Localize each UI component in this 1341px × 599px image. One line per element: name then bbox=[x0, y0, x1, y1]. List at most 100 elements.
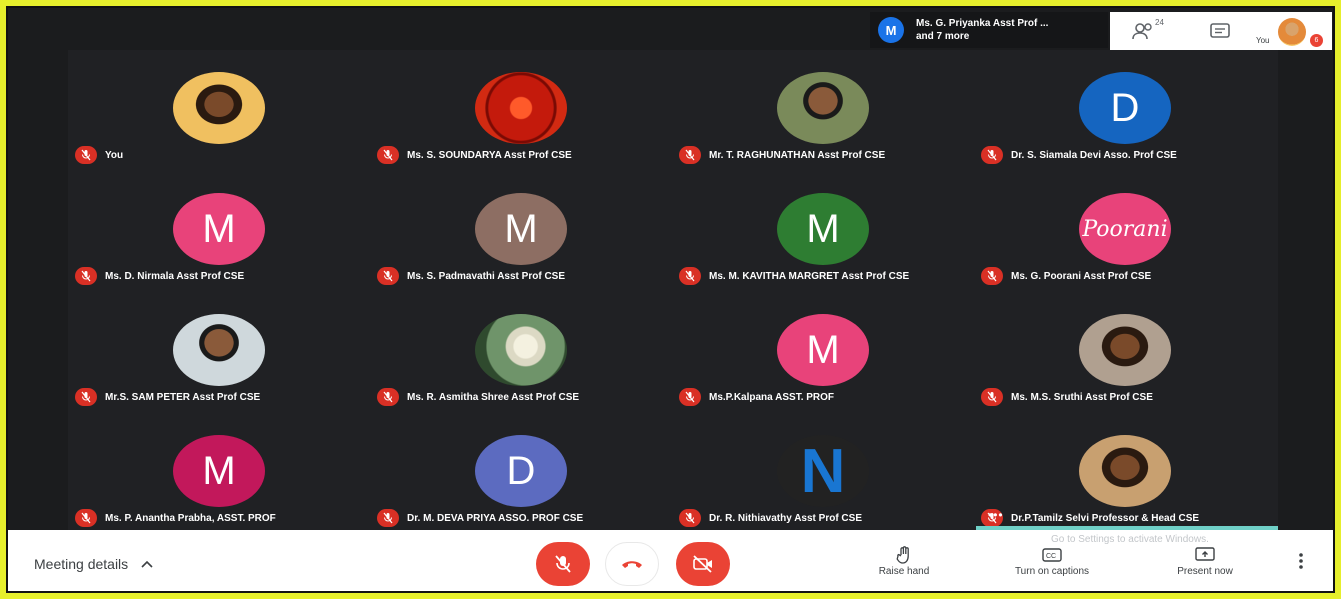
people-icon[interactable] bbox=[1132, 22, 1154, 40]
participant-tile: D Dr. S. Siamala Devi Asso. Prof CSE bbox=[974, 50, 1274, 170]
participant-tile: N Dr. R. Nithiavathy Asst Prof CSE bbox=[672, 413, 972, 533]
participant-avatar: N bbox=[777, 435, 869, 507]
participant-name: Ms. S. Padmavathi Asst Prof CSE bbox=[407, 270, 566, 282]
mic-off-button[interactable] bbox=[536, 542, 590, 586]
more-vert-icon[interactable] bbox=[1298, 552, 1304, 570]
self-label: You bbox=[1256, 36, 1270, 45]
present-now-label: Present now bbox=[1177, 566, 1233, 577]
participant-name: Mr.S. SAM PETER Asst Prof CSE bbox=[105, 391, 261, 403]
participant-name: Ms. M. KAVITHA MARGRET Asst Prof CSE bbox=[709, 270, 910, 282]
participant-footer: Dr.P.Tamilz Selvi Professor & Head CSE bbox=[981, 509, 1199, 527]
mic-off-icon bbox=[981, 146, 1003, 164]
mic-off-icon bbox=[377, 146, 399, 164]
participant-tile: You bbox=[68, 50, 368, 170]
participant-tile: M Ms. P. Anantha Prabha, ASST. PROF bbox=[68, 413, 368, 533]
notification-badge: 6 bbox=[1310, 34, 1323, 47]
camera-off-button[interactable] bbox=[676, 542, 730, 586]
self-avatar[interactable] bbox=[1278, 18, 1306, 46]
participant-avatar: D bbox=[475, 435, 567, 507]
participant-avatar bbox=[1079, 314, 1171, 386]
participant-footer: Ms. M. KAVITHA MARGRET Asst Prof CSE bbox=[679, 267, 909, 285]
participant-name: Ms. S. SOUNDARYA Asst Prof CSE bbox=[407, 149, 572, 161]
chat-icon[interactable] bbox=[1210, 23, 1230, 41]
participant-name: Ms. M.S. Sruthi Asst Prof CSE bbox=[1011, 391, 1153, 403]
mic-off-icon bbox=[377, 388, 399, 406]
participant-tile: Mr. T. RAGHUNATHAN Asst Prof CSE bbox=[672, 50, 972, 170]
mic-off-icon bbox=[679, 267, 701, 285]
mic-off-icon bbox=[377, 267, 399, 285]
participant-tile: Poorani Ms. G. Poorani Asst Prof CSE bbox=[974, 171, 1274, 291]
participant-name: Dr.P.Tamilz Selvi Professor & Head CSE bbox=[1011, 512, 1200, 524]
participant-avatar bbox=[777, 72, 869, 144]
raise-hand-button[interactable]: Raise hand bbox=[864, 544, 944, 577]
participant-tile: M Ms. D. Nirmala Asst Prof CSE bbox=[68, 171, 368, 291]
participant-name: Ms. P. Anantha Prabha, ASST. PROF bbox=[105, 512, 276, 524]
mic-off-icon bbox=[75, 388, 97, 406]
participant-footer: Dr. R. Nithiavathy Asst Prof CSE bbox=[679, 509, 862, 527]
mic-off-icon bbox=[75, 509, 97, 527]
meet-window: You Ms. S. SOUNDARYA Asst Prof CSE Mr. T. … bbox=[6, 6, 1335, 593]
participant-avatar: Poorani bbox=[1079, 193, 1171, 265]
activation-watermark: Go to Settings to activate Windows. bbox=[1051, 534, 1209, 545]
participant-footer: Mr. T. RAGHUNATHAN Asst Prof CSE bbox=[679, 146, 885, 164]
participant-avatar: M bbox=[475, 193, 567, 265]
more-options-icon[interactable]: ••• bbox=[988, 508, 1004, 522]
captions-icon: CC bbox=[1042, 548, 1062, 562]
participant-name: Ms. G. Poorani Asst Prof CSE bbox=[1011, 270, 1152, 282]
presenter-name: Ms. G. Priyanka Asst Prof ... bbox=[916, 18, 1049, 29]
participant-name: Ms. R. Asmitha Shree Asst Prof CSE bbox=[407, 391, 580, 403]
participant-footer: Ms. G. Poorani Asst Prof CSE bbox=[981, 267, 1151, 285]
presenter-avatar: M bbox=[878, 17, 904, 43]
participant-footer: Ms. S. Padmavathi Asst Prof CSE bbox=[377, 267, 565, 285]
captions-label: Turn on captions bbox=[1014, 566, 1090, 577]
present-icon bbox=[1195, 547, 1215, 561]
participant-avatar: M bbox=[173, 435, 265, 507]
participant-tile: D Dr. M. DEVA PRIYA ASSO. PROF CSE bbox=[370, 413, 670, 533]
participant-tile: M Ms. M. KAVITHA MARGRET Asst Prof CSE bbox=[672, 171, 972, 291]
raise-hand-label: Raise hand bbox=[878, 566, 930, 577]
mic-off-icon bbox=[555, 555, 571, 573]
top-right-toolbar: 24 You 6 bbox=[1110, 12, 1332, 50]
participant-avatar bbox=[173, 314, 265, 386]
meeting-details-button[interactable]: Meeting details bbox=[34, 556, 154, 572]
participant-name: Mr. T. RAGHUNATHAN Asst Prof CSE bbox=[709, 149, 886, 161]
participant-name: You bbox=[105, 149, 124, 161]
hand-icon bbox=[896, 546, 909, 564]
presenter-more: and 7 more bbox=[916, 31, 970, 42]
end-call-button[interactable] bbox=[605, 542, 659, 586]
participant-avatar: D bbox=[1079, 72, 1171, 144]
participant-name: Ms. D. Nirmala Asst Prof CSE bbox=[105, 270, 245, 282]
participant-footer: Ms. D. Nirmala Asst Prof CSE bbox=[75, 267, 244, 285]
participant-tile: Mr.S. SAM PETER Asst Prof CSE bbox=[68, 292, 368, 412]
mic-off-icon bbox=[679, 509, 701, 527]
participant-footer: Ms.P.Kalpana ASST. PROF bbox=[679, 388, 834, 406]
present-now-button[interactable]: Present now bbox=[1160, 544, 1250, 577]
mic-off-icon bbox=[679, 146, 701, 164]
participant-tile: Ms. S. SOUNDARYA Asst Prof CSE bbox=[370, 50, 670, 170]
participant-tile: M Ms.P.Kalpana ASST. PROF bbox=[672, 292, 972, 412]
camera-off-icon bbox=[693, 555, 712, 573]
participant-avatar: M bbox=[173, 193, 265, 265]
participant-footer: Ms. S. SOUNDARYA Asst Prof CSE bbox=[377, 146, 572, 164]
participant-footer: Ms. M.S. Sruthi Asst Prof CSE bbox=[981, 388, 1153, 406]
mic-off-icon bbox=[981, 388, 1003, 406]
presenting-info[interactable]: M Ms. G. Priyanka Asst Prof ... and 7 mo… bbox=[870, 12, 1108, 48]
mic-off-icon bbox=[377, 509, 399, 527]
participant-tile: Ms. M.S. Sruthi Asst Prof CSE bbox=[974, 292, 1274, 412]
participant-grid: You Ms. S. SOUNDARYA Asst Prof CSE Mr. T. … bbox=[68, 50, 1278, 530]
participant-tile: M Ms. S. Padmavathi Asst Prof CSE bbox=[370, 171, 670, 291]
participant-tile: Dr.P.Tamilz Selvi Professor & Head CSE bbox=[974, 413, 1274, 533]
participant-name: Ms.P.Kalpana ASST. PROF bbox=[709, 391, 835, 403]
participant-avatar bbox=[475, 72, 567, 144]
phone-hangup-icon bbox=[622, 561, 642, 568]
mic-off-icon bbox=[981, 267, 1003, 285]
mic-off-icon bbox=[75, 267, 97, 285]
svg-text:CC: CC bbox=[1046, 553, 1056, 560]
people-count: 24 bbox=[1155, 18, 1164, 27]
participant-name: Dr. S. Siamala Devi Asso. Prof CSE bbox=[1011, 149, 1177, 161]
mic-off-icon bbox=[679, 388, 701, 406]
captions-button[interactable]: CC Turn on captions bbox=[992, 544, 1112, 577]
participant-avatar bbox=[1079, 435, 1171, 507]
participant-name: Dr. R. Nithiavathy Asst Prof CSE bbox=[709, 512, 862, 524]
participant-avatar: M bbox=[777, 314, 869, 386]
